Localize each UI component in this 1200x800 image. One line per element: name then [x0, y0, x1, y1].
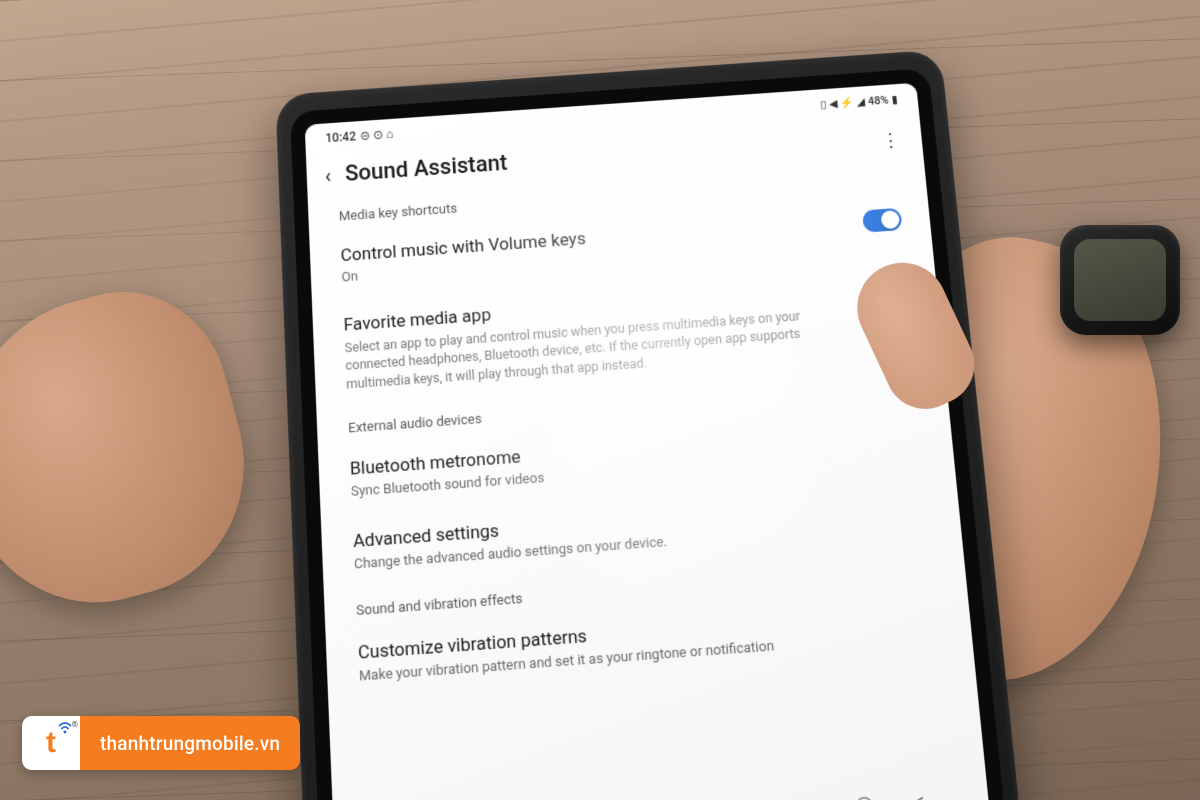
nav-bar: ||| ◯ < — [334, 781, 990, 800]
nav-home-icon[interactable]: ◯ — [855, 794, 875, 800]
settings-list[interactable]: Media key shortcuts Control music with V… — [308, 157, 974, 704]
registered-icon: ® — [72, 720, 78, 729]
toggle-control-music[interactable] — [862, 208, 902, 233]
status-left-icons: ⊝ ⊙ ⌂ — [360, 127, 394, 143]
wifi-icon — [58, 722, 72, 737]
watermark-text: thanhtrungmobile.vn — [80, 716, 300, 770]
status-right-icons: ▯ ◀ ⚡ ◢ — [820, 95, 866, 111]
status-battery: 48% — [867, 93, 889, 107]
tablet-device: 10:42 ⊝ ⊙ ⌂ ▯ ◀ ⚡ ◢ 48% ▮ ‹ Sound Assist… — [290, 68, 1006, 800]
screen: 10:42 ⊝ ⊙ ⌂ ▯ ◀ ⚡ ◢ 48% ▮ ‹ Sound Assist… — [305, 83, 990, 800]
watermark-letter: t — [46, 726, 56, 760]
page-title: Sound Assistant — [345, 151, 508, 187]
more-icon[interactable]: ⋮ — [881, 130, 901, 152]
battery-icon: ▮ — [891, 92, 898, 105]
nav-back-icon[interactable]: < — [915, 790, 925, 800]
earbuds-case — [1060, 225, 1180, 335]
back-icon[interactable]: ‹ — [324, 163, 331, 187]
tablet-bezel: 10:42 ⊝ ⊙ ⌂ ▯ ◀ ⚡ ◢ 48% ▮ ‹ Sound Assist… — [290, 68, 1006, 800]
status-time: 10:42 — [325, 129, 356, 145]
watermark-logo: t ® — [22, 716, 80, 770]
watermark-badge: t ® thanhtrungmobile.vn — [22, 716, 300, 770]
